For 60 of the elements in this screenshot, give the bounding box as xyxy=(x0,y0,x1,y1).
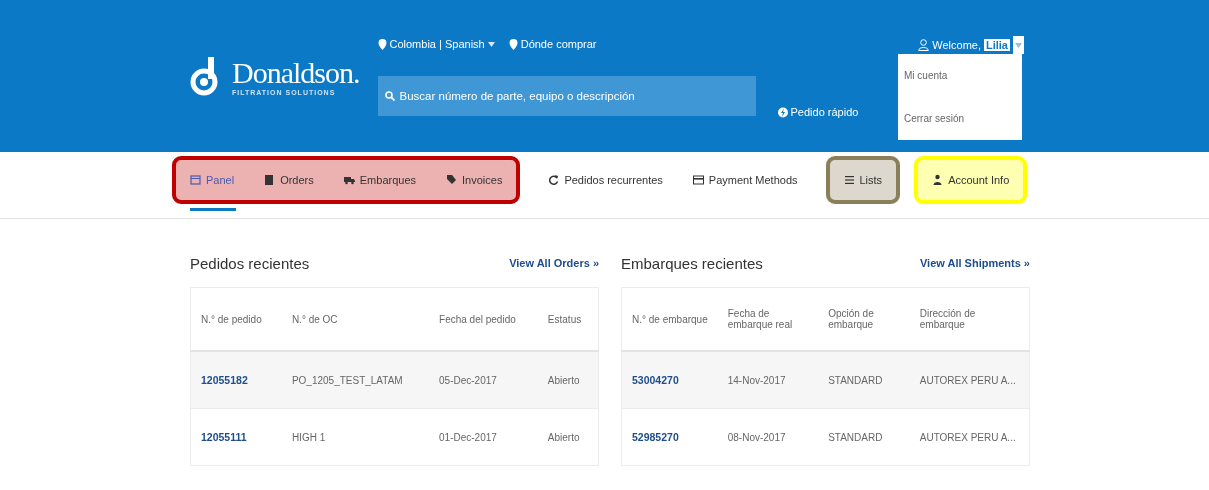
tag-icon xyxy=(446,174,458,186)
person-icon xyxy=(932,174,944,186)
table-link[interactable]: 52985270 xyxy=(632,431,679,443)
search-icon xyxy=(384,91,395,101)
view-all-link[interactable]: View All Orders » xyxy=(509,257,599,269)
locale-link[interactable]: Colombia | Spanish xyxy=(389,38,485,50)
pin-icon xyxy=(377,38,387,50)
table-cell: AUTOREX PERU A... xyxy=(909,408,1030,466)
column-header: Fecha del pedido xyxy=(429,287,538,351)
table-cell: 01-Dec-2017 xyxy=(429,408,538,466)
table-cell: Abierto xyxy=(537,408,599,466)
menu-icon xyxy=(843,174,855,186)
menu-item[interactable]: Mi cuenta xyxy=(904,70,1016,81)
user-icon xyxy=(918,39,930,51)
nav-tab[interactable]: Account Info xyxy=(932,160,1010,200)
book-icon xyxy=(264,174,276,186)
table-cell: 14-Nov-2017 xyxy=(717,351,819,409)
table-cell: 05-Dec-2017 xyxy=(429,351,538,409)
table-link[interactable]: 53004270 xyxy=(632,374,679,386)
user-name-link[interactable]: Lilia xyxy=(984,39,1010,51)
quick-order-link[interactable]: Pedido rápido xyxy=(790,106,859,118)
column-header: N.° de pedido xyxy=(190,287,282,351)
column-header: Opción de embarque xyxy=(818,287,910,351)
table-cell: 08-Nov-2017 xyxy=(717,408,819,466)
table-cell: HIGH 1 xyxy=(281,408,430,466)
dropdown-toggle[interactable] xyxy=(1013,36,1024,54)
bolt-icon xyxy=(777,106,788,118)
caret-icon xyxy=(487,41,495,47)
section-title: Embarques recientes xyxy=(621,254,763,272)
welcome-text: Welcome, xyxy=(932,39,981,51)
menu-item[interactable]: Cerrar sesión xyxy=(904,113,1016,124)
column-header: Estatus xyxy=(537,287,599,351)
section-title: Pedidos recientes xyxy=(190,254,310,272)
nav-tab[interactable]: Embarques xyxy=(343,160,417,200)
table-cell: STANDARD xyxy=(818,351,910,409)
column-header: N.° de OC xyxy=(281,287,430,351)
column-header: Fecha de embarque real xyxy=(717,287,819,351)
nav-tab[interactable]: Invoices xyxy=(446,160,503,200)
table-cell: STANDARD xyxy=(818,408,910,466)
nav-tab[interactable]: Pedidos recurrentes xyxy=(548,156,663,204)
search-field[interactable]: Buscar número de parte, equipo o descripción xyxy=(377,76,756,116)
nav-tab[interactable]: Payment Methods xyxy=(692,156,798,204)
table-link[interactable]: 12055182 xyxy=(201,374,248,386)
nav-tab[interactable]: Orders xyxy=(264,160,314,200)
logo-wordmark: Donaldson. xyxy=(232,56,360,89)
pin-icon xyxy=(508,38,518,50)
table-cell: Abierto xyxy=(537,351,599,409)
caret-icon xyxy=(1015,42,1022,48)
nav-tab[interactable]: Lists xyxy=(843,160,883,200)
table-link[interactable]: 12055111 xyxy=(201,431,247,443)
truck-icon xyxy=(343,174,355,186)
view-all-link[interactable]: View All Shipments » xyxy=(919,257,1030,269)
where-to-buy-link[interactable]: Dónde comprar xyxy=(520,38,597,50)
column-header: Dirección de embarque xyxy=(909,287,1030,351)
column-header: N.° de embarque xyxy=(621,287,718,351)
calendar-icon xyxy=(190,174,201,186)
refresh-icon xyxy=(548,174,560,186)
table-cell: PO_1205_TEST_LATAM xyxy=(281,351,430,409)
card-icon xyxy=(692,174,704,186)
table-cell: AUTOREX PERU A... xyxy=(909,351,1030,409)
